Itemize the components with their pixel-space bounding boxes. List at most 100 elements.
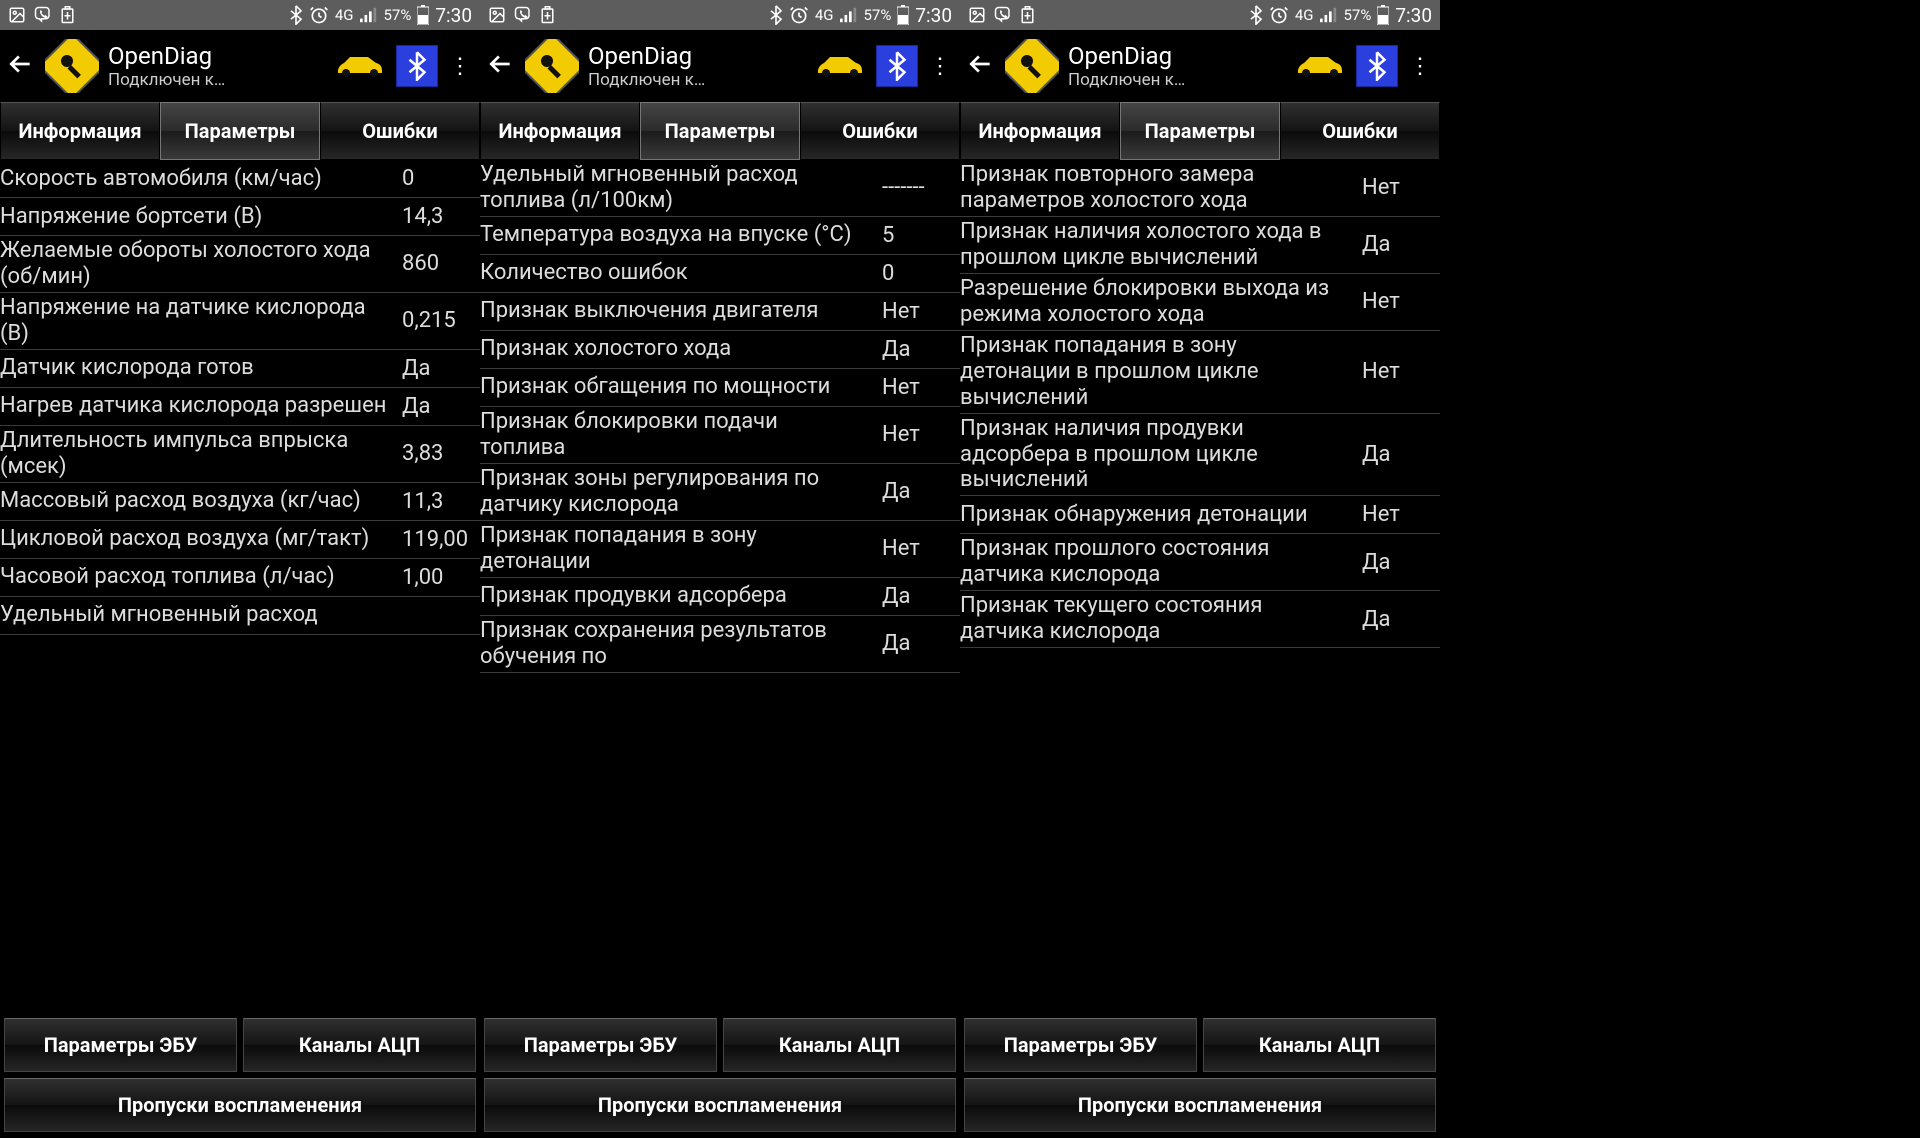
tab-params[interactable]: Параметры — [640, 102, 800, 160]
overflow-menu[interactable]: ⋮ — [926, 54, 954, 79]
param-row[interactable]: Признак сохранения результатов обучения … — [480, 616, 960, 673]
param-row[interactable]: Признак блокировки подачи топливаНет — [480, 407, 960, 464]
car-icon[interactable] — [812, 53, 868, 79]
param-label: Датчик кислорода готов — [0, 355, 396, 381]
param-row[interactable]: Датчик кислорода готовДа — [0, 350, 480, 388]
app-title: OpenDiag — [108, 42, 324, 70]
adc-channels-button[interactable]: Каналы АЦП — [243, 1018, 476, 1072]
app-title: OpenDiag — [1068, 42, 1284, 70]
ecu-params-button[interactable]: Параметры ЭБУ — [4, 1018, 237, 1072]
param-row[interactable]: Часовой расход топлива (л/час)1,00 — [0, 559, 480, 597]
tab-params[interactable]: Параметры — [160, 102, 320, 160]
adc-channels-button[interactable]: Каналы АЦП — [723, 1018, 956, 1072]
param-label: Массовый расход воздуха (кг/час) — [0, 488, 396, 514]
battery-percent: 57% — [1344, 6, 1372, 24]
screenshot-icon — [8, 6, 26, 24]
param-value: Да — [1356, 442, 1434, 467]
param-row[interactable]: Длительность импульса впрыска (мсек)3,83 — [0, 426, 480, 483]
ecu-params-button[interactable]: Параметры ЭБУ — [484, 1018, 717, 1072]
param-row[interactable]: Признак наличия продувки адсорбера в про… — [960, 414, 1440, 497]
param-row[interactable]: Разрешение блокировки выхода из режима х… — [960, 274, 1440, 331]
bluetooth-adapter-icon[interactable] — [876, 45, 918, 87]
title-block: OpenDiag Подключен к… — [1068, 42, 1284, 90]
bottom-buttons: Параметры ЭБУ Каналы АЦП Пропуски воспла… — [480, 1016, 960, 1138]
overflow-menu[interactable]: ⋮ — [446, 54, 474, 79]
tab-errors[interactable]: Ошибки — [320, 102, 480, 160]
param-row[interactable]: Количество ошибок0 — [480, 255, 960, 293]
param-value: Да — [1356, 232, 1434, 257]
param-label: Признак попадания в зону детонации — [480, 523, 876, 575]
param-list[interactable]: Признак повторного замера параметров хол… — [960, 160, 1440, 1016]
param-value: 3,83 — [396, 441, 474, 466]
param-value: Нет — [876, 299, 954, 324]
network-type: 4G — [335, 6, 354, 24]
app-title: OpenDiag — [588, 42, 804, 70]
param-row[interactable]: Признак обнаружения детонацииНет — [960, 496, 1440, 534]
param-row[interactable]: Напряжение на датчике кислорода (В)0,215 — [0, 293, 480, 350]
tab-info[interactable]: Информация — [480, 102, 640, 160]
overflow-menu[interactable]: ⋮ — [1406, 54, 1434, 79]
param-value: 5 — [876, 223, 954, 248]
param-row[interactable]: Удельный мгновенный расход топлива (л/10… — [480, 160, 960, 217]
phone-pane: 4G 57% 7:30 OpenDiag Подключен к… ⋮ Инфо… — [960, 0, 1440, 1138]
param-row[interactable]: Температура воздуха на впуске (°C)5 — [480, 217, 960, 255]
param-row[interactable]: Массовый расход воздуха (кг/час)11,3 — [0, 483, 480, 521]
param-label: Признак прошлого состояния датчика кисло… — [960, 536, 1356, 588]
back-button[interactable] — [6, 51, 36, 81]
param-row[interactable]: Удельный мгновенный расход — [0, 597, 480, 635]
app-bar: OpenDiag Подключен к… ⋮ — [480, 30, 960, 102]
param-label: Нагрев датчика кислорода разрешен — [0, 393, 396, 419]
param-row[interactable]: Признак наличия холостого хода в прошлом… — [960, 217, 1440, 274]
param-row[interactable]: Признак продувки адсорбераДа — [480, 578, 960, 616]
back-button[interactable] — [486, 51, 516, 81]
car-icon[interactable] — [1292, 53, 1348, 79]
param-row[interactable]: Нагрев датчика кислорода разрешенДа — [0, 388, 480, 426]
param-list[interactable]: Удельный мгновенный расход топлива (л/10… — [480, 160, 960, 1016]
param-value: 0 — [876, 261, 954, 286]
param-row[interactable]: Признак попадания в зону детонацииНет — [480, 521, 960, 578]
param-value: 119,00 — [396, 527, 474, 552]
param-label: Признак наличия продувки адсорбера в про… — [960, 416, 1356, 494]
param-row[interactable]: Признак текущего состояния датчика кисло… — [960, 591, 1440, 648]
param-label: Температура воздуха на впуске (°C) — [480, 222, 876, 248]
tab-errors[interactable]: Ошибки — [800, 102, 960, 160]
param-row[interactable]: Скорость автомобиля (км/час)0 — [0, 160, 480, 198]
param-label: Признак зоны регулирования по датчику ки… — [480, 466, 876, 518]
viber-icon — [514, 6, 532, 24]
bluetooth-adapter-icon[interactable] — [396, 45, 438, 87]
param-list[interactable]: Скорость автомобиля (км/час)0Напряжение … — [0, 160, 480, 1016]
param-value: Да — [396, 394, 474, 419]
param-row[interactable]: Цикловой расход воздуха (мг/такт)119,00 — [0, 521, 480, 559]
misfires-button[interactable]: Пропуски воспламенения — [964, 1078, 1436, 1132]
tab-info[interactable]: Информация — [960, 102, 1120, 160]
param-value: Нет — [1356, 502, 1434, 527]
status-bar: 4G 57% 7:30 — [480, 0, 960, 30]
tab-errors[interactable]: Ошибки — [1280, 102, 1440, 160]
param-value: Нет — [1356, 359, 1434, 384]
top-tabs: Информация Параметры Ошибки — [480, 102, 960, 160]
param-row[interactable]: Напряжение бортсети (В)14,3 — [0, 198, 480, 236]
ecu-params-button[interactable]: Параметры ЭБУ — [964, 1018, 1197, 1072]
misfires-button[interactable]: Пропуски воспламенения — [484, 1078, 956, 1132]
param-row[interactable]: Признак холостого ходаДа — [480, 331, 960, 369]
param-value: ------- — [876, 175, 954, 200]
param-row[interactable]: Признак попадания в зону детонации в про… — [960, 331, 1440, 414]
car-icon[interactable] — [332, 53, 388, 79]
bluetooth-adapter-icon[interactable] — [1356, 45, 1398, 87]
param-row[interactable]: Признак прошлого состояния датчика кисло… — [960, 534, 1440, 591]
param-row[interactable]: Признак выключения двигателяНет — [480, 293, 960, 331]
param-row[interactable]: Признак обгащения по мощностиНет — [480, 369, 960, 407]
tab-info[interactable]: Информация — [0, 102, 160, 160]
back-button[interactable] — [966, 51, 996, 81]
param-row[interactable]: Признак зоны регулирования по датчику ки… — [480, 464, 960, 521]
param-value: Да — [876, 631, 954, 656]
param-value: Да — [396, 356, 474, 381]
tab-params[interactable]: Параметры — [1120, 102, 1280, 160]
param-row[interactable]: Признак повторного замера параметров хол… — [960, 160, 1440, 217]
adc-channels-button[interactable]: Каналы АЦП — [1203, 1018, 1436, 1072]
param-value: 11,3 — [396, 489, 474, 514]
phone-pane: 4G 57% 7:30 OpenDiag Подключен к… ⋮ Инфо… — [480, 0, 960, 1138]
misfires-button[interactable]: Пропуски воспламенения — [4, 1078, 476, 1132]
triptych-container: 4G 57% 7:30 OpenDiag Подключен к… — [0, 0, 1920, 1138]
param-row[interactable]: Желаемые обороты холостого хода (об/мин)… — [0, 236, 480, 293]
